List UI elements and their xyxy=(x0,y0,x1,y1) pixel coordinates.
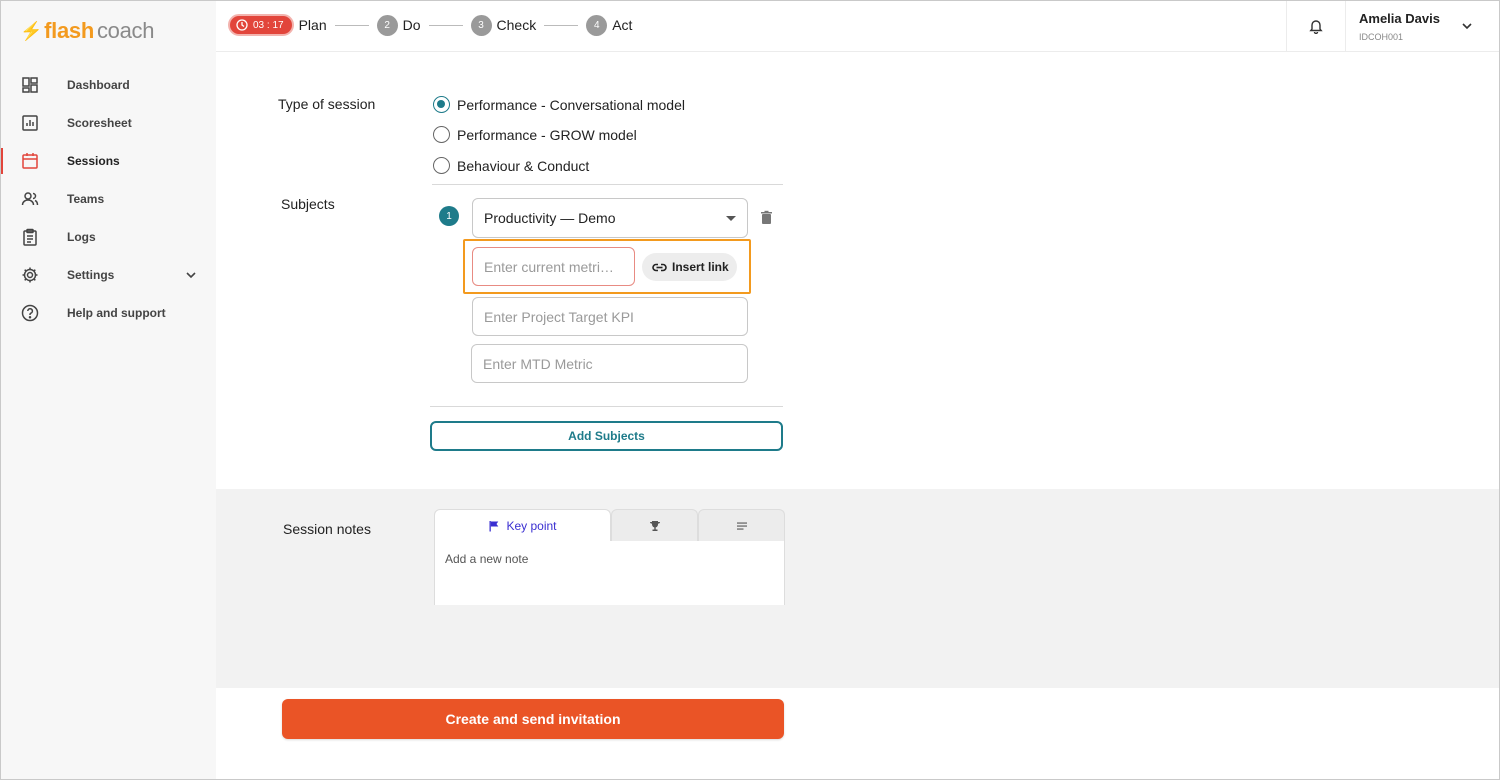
dashboard-icon xyxy=(21,76,39,94)
chevron-down-icon[interactable] xyxy=(1460,19,1474,33)
subject-select[interactable]: Productivity — Demo xyxy=(472,198,748,238)
step-act-number: 4 xyxy=(586,14,608,36)
note-input[interactable]: Add a new note xyxy=(434,541,785,605)
user-menu[interactable]: Amelia Davis IDCOH001 xyxy=(1359,11,1440,42)
trophy-icon xyxy=(649,520,660,531)
insert-link-label: Insert link xyxy=(672,260,729,274)
radio-conversational[interactable]: Performance - Conversational model xyxy=(433,96,685,113)
step-do-number: 2 xyxy=(376,14,398,36)
tab-label: Key point xyxy=(506,518,557,533)
user-name: Amelia Davis xyxy=(1359,11,1440,26)
mtd-metric-input[interactable] xyxy=(471,344,748,383)
insert-link-button[interactable]: Insert link xyxy=(642,253,737,281)
radio-behaviour[interactable]: Behaviour & Conduct xyxy=(433,157,589,174)
sidebar-item-help[interactable]: Help and support xyxy=(0,294,216,332)
radio-label: Performance - Conversational model xyxy=(457,96,685,113)
step-connector xyxy=(428,24,463,26)
chevron-down-icon[interactable] xyxy=(184,268,198,282)
sidebar-item-dashboard[interactable]: Dashboard xyxy=(0,66,216,104)
trash-icon[interactable] xyxy=(759,210,774,225)
top-bar: 03 : 17 Plan 2 Do 3 Check 4 Act Amelia D… xyxy=(216,0,1500,52)
logo-coach: coach xyxy=(96,18,155,43)
timer-value: 03 : 17 xyxy=(253,19,284,31)
subjects-label: Subjects xyxy=(281,196,335,212)
session-type-label: Type of session xyxy=(278,96,376,112)
caret-down-icon xyxy=(726,216,736,221)
radio-button[interactable] xyxy=(433,157,450,174)
sidebar-item-settings[interactable]: Settings xyxy=(0,256,216,294)
clock-icon xyxy=(236,19,248,31)
radio-button[interactable] xyxy=(433,96,450,113)
sidebar-nav: Dashboard Scoresheet Sessions Teams Logs xyxy=(0,66,216,332)
create-send-invitation-button[interactable]: Create and send invitation xyxy=(282,699,784,739)
tab-general[interactable] xyxy=(698,509,785,541)
divider xyxy=(430,406,783,407)
sidebar-item-label: Logs xyxy=(67,230,96,244)
step-plan-label[interactable]: Plan xyxy=(299,17,327,33)
sidebar-item-label: Help and support xyxy=(67,306,166,320)
step-check-label[interactable]: Check xyxy=(497,17,537,33)
sidebar-item-sessions[interactable]: Sessions xyxy=(0,142,216,180)
radio-label: Behaviour & Conduct xyxy=(457,157,590,174)
radio-label: Performance - GROW model xyxy=(457,126,637,143)
session-timer: 03 : 17 xyxy=(228,14,294,36)
sidebar-item-label: Scoresheet xyxy=(67,116,132,130)
sidebar-item-label: Sessions xyxy=(67,154,120,168)
clipboard-icon xyxy=(21,228,39,246)
sidebar-item-label: Teams xyxy=(67,192,105,206)
current-metric-input[interactable] xyxy=(472,247,635,286)
sidebar-item-teams[interactable]: Teams xyxy=(0,180,216,218)
flag-icon xyxy=(489,520,499,531)
logo[interactable]: ⚡ flash coach xyxy=(20,18,155,44)
lines-icon xyxy=(736,522,747,530)
bolt-icon: ⚡ xyxy=(20,20,43,41)
pdca-stepper: 03 : 17 Plan 2 Do 3 Check 4 Act xyxy=(228,14,632,36)
gear-icon xyxy=(21,266,39,284)
step-do-label[interactable]: Do xyxy=(403,17,421,33)
subject-select-value: Productivity — Demo xyxy=(484,210,616,226)
logo-flash: flash xyxy=(44,18,94,43)
calendar-icon xyxy=(21,152,39,170)
notifications-button[interactable] xyxy=(1286,0,1346,52)
tab-key-point[interactable]: Key point xyxy=(434,509,611,541)
step-connector xyxy=(544,24,579,26)
radio-grow[interactable]: Performance - GROW model xyxy=(433,126,637,143)
notes-tabs: Key point xyxy=(434,509,785,541)
step-check-number: 3 xyxy=(470,14,492,36)
user-id: IDCOH001 xyxy=(1359,32,1404,42)
people-icon xyxy=(21,190,39,208)
subject-index-badge: 1 xyxy=(439,206,459,226)
session-notes-label: Session notes xyxy=(283,521,371,537)
add-subjects-button[interactable]: Add Subjects xyxy=(430,421,783,451)
sidebar-item-logs[interactable]: Logs xyxy=(0,218,216,256)
bell-icon xyxy=(1309,20,1323,34)
sidebar-item-scoresheet[interactable]: Scoresheet xyxy=(0,104,216,142)
sidebar: ⚡ flash coach Dashboard Scoresheet Sessi… xyxy=(0,0,216,780)
sidebar-item-label: Settings xyxy=(67,268,115,282)
chart-icon xyxy=(21,114,39,132)
step-connector xyxy=(334,24,369,26)
radio-button[interactable] xyxy=(433,126,450,143)
sidebar-item-label: Dashboard xyxy=(67,78,130,92)
target-kpi-input[interactable] xyxy=(472,297,748,336)
link-icon xyxy=(652,263,667,271)
notes-section xyxy=(216,489,1500,688)
tab-achievements[interactable] xyxy=(611,509,698,541)
help-icon xyxy=(21,304,39,322)
step-act-label[interactable]: Act xyxy=(612,17,632,33)
divider xyxy=(432,184,783,185)
